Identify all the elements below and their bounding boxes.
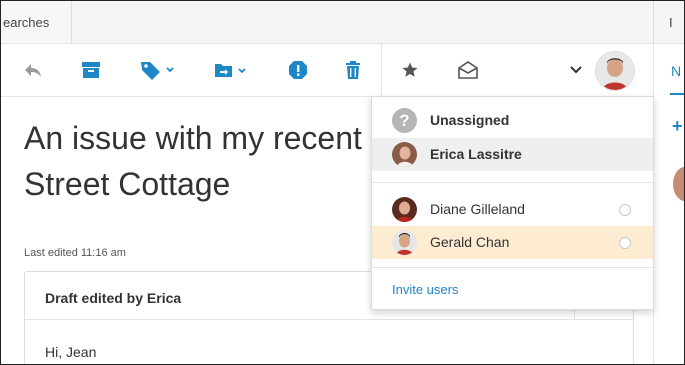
- dropdown-item-label: Unassigned: [430, 112, 510, 128]
- right-panel-tab-underline: [670, 93, 684, 95]
- tab-searches[interactable]: earches: [1, 1, 72, 43]
- reply-icon[interactable]: [21, 44, 45, 96]
- avatar: [392, 142, 417, 167]
- tab-right-label[interactable]: I: [669, 15, 673, 30]
- dropdown-divider: [372, 267, 653, 268]
- right-panel: N +: [653, 44, 684, 364]
- draft-header-label: Draft edited by Erica: [45, 290, 182, 306]
- app-window: earches I N + An issue with my recent St…: [0, 0, 685, 365]
- spam-icon[interactable]: [286, 44, 310, 96]
- message-toolbar: [1, 44, 652, 97]
- dropdown-item-user[interactable]: Gerald Chan: [372, 226, 653, 259]
- mark-read-icon[interactable]: [456, 44, 480, 96]
- toolbar-divider: [381, 44, 382, 96]
- assignee-avatar[interactable]: [595, 51, 635, 91]
- dropdown-item-label: Diane Gilleland: [430, 201, 525, 217]
- question-icon: ?: [392, 108, 417, 133]
- dropdown-item-label: Gerald Chan: [430, 234, 510, 250]
- invite-users-link[interactable]: Invite users: [392, 282, 458, 297]
- trash-icon[interactable]: [343, 44, 363, 96]
- archive-icon[interactable]: [79, 44, 103, 96]
- avatar: [673, 167, 684, 201]
- dropdown-divider: [372, 182, 653, 183]
- last-edited-timestamp: Last edited 11:16 am: [24, 247, 126, 259]
- dropdown-item-user[interactable]: Diane Gilleland: [372, 193, 653, 226]
- avatar: [392, 197, 417, 222]
- tag-icon[interactable]: [138, 44, 178, 96]
- tab-strip: earches I: [1, 1, 684, 44]
- right-panel-tab[interactable]: N: [671, 63, 681, 79]
- move-to-folder-icon[interactable]: [214, 44, 250, 96]
- radio-button[interactable]: [619, 237, 631, 249]
- message-title: An issue with my recent Street Cottage: [24, 115, 384, 207]
- dropdown-item-unassigned[interactable]: ? Unassigned: [372, 104, 653, 137]
- dropdown-item-current-assignee[interactable]: Erica Lassitre: [372, 138, 653, 171]
- draft-body-text[interactable]: Hi, Jean: [45, 344, 96, 360]
- message-title-line1: An issue with my recent: [24, 120, 362, 156]
- chevron-down-icon[interactable]: [567, 44, 585, 96]
- avatar: [392, 230, 417, 255]
- message-title-line2: Street Cottage: [24, 166, 231, 202]
- tab-searches-label: earches: [3, 15, 50, 30]
- star-icon[interactable]: [399, 44, 421, 96]
- assign-dropdown: ? Unassigned Erica Lassitre Diane Gillel…: [371, 96, 654, 310]
- dropdown-item-label: Erica Lassitre: [430, 146, 522, 162]
- radio-button[interactable]: [619, 204, 631, 216]
- tab-divider: [653, 1, 654, 43]
- add-icon[interactable]: +: [672, 116, 683, 137]
